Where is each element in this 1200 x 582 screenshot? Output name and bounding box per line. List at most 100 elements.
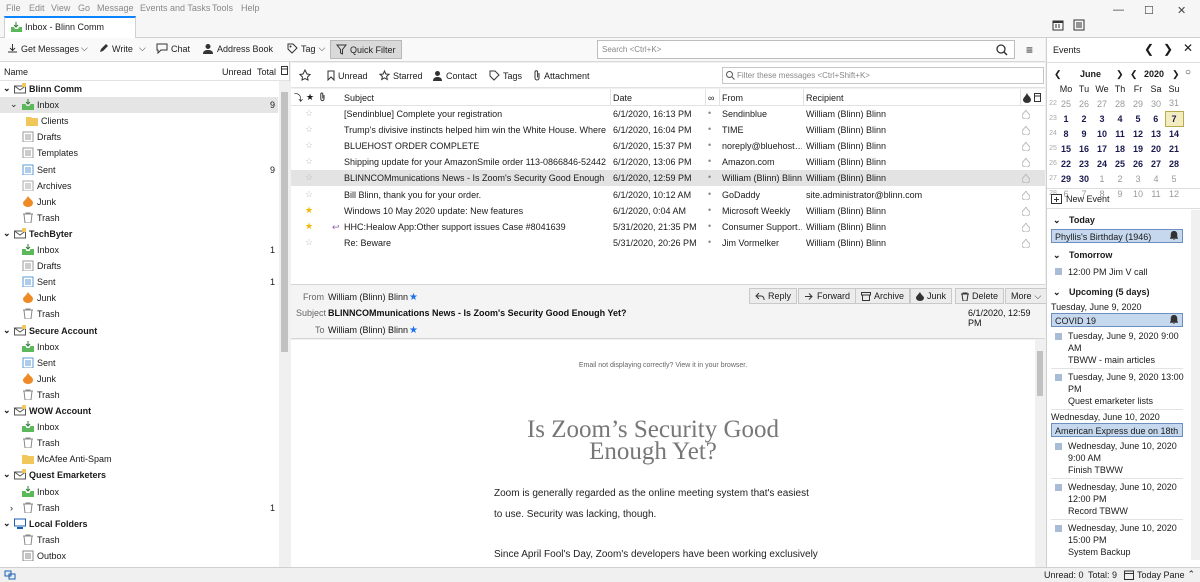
calendar-day[interactable]: 8 — [1057, 126, 1075, 141]
folder-secure-account[interactable]: ⌄ Secure Account — [0, 323, 278, 339]
calendar-day[interactable]: 16 — [1075, 141, 1093, 156]
junk-status-icon[interactable] — [1022, 110, 1030, 119]
calendar-day[interactable]: 25 — [1057, 96, 1075, 111]
star-filled-icon[interactable]: ★ — [305, 221, 313, 232]
twisty-icon[interactable]: ⌄ — [3, 405, 11, 416]
menu-tools[interactable]: Tools — [212, 3, 233, 13]
star-empty-icon[interactable]: ☆ — [305, 156, 313, 167]
folder-total-header[interactable]: Total — [257, 67, 276, 77]
junk-column-icon[interactable] — [1023, 93, 1031, 103]
star-empty-icon[interactable]: ☆ — [305, 237, 313, 248]
to-contact-star-icon[interactable]: ★ — [409, 325, 418, 336]
calendar-day[interactable]: 15 — [1057, 141, 1075, 156]
online-status-icon[interactable] — [4, 570, 16, 580]
pin-icon[interactable] — [299, 69, 311, 81]
menu-go[interactable]: Go — [78, 3, 90, 13]
folder-quest-emarketers[interactable]: ⌄ Quest Emarketers — [0, 467, 278, 483]
read-status-dot[interactable]: • — [708, 221, 711, 231]
event3-time-a[interactable]: Wednesday, June 10, 2020 — [1068, 441, 1177, 451]
calendar-day[interactable]: 25 — [1111, 156, 1129, 171]
cal-month[interactable]: June — [1080, 69, 1101, 79]
minimize-button[interactable]: — — [1113, 4, 1124, 16]
junk-button[interactable]: Junk — [910, 288, 953, 304]
qf-contact-button[interactable]: Contact — [432, 70, 477, 81]
day2-allday-event[interactable]: American Express due on 18th — [1051, 423, 1183, 437]
calendar-day[interactable]: 29 — [1129, 96, 1147, 111]
tag-button[interactable]: Tag ⌵ — [287, 43, 325, 54]
menu-file[interactable]: File — [6, 3, 21, 13]
column-picker-icon[interactable] — [281, 66, 288, 75]
star-filled-icon[interactable]: ★ — [305, 205, 313, 216]
calendar-day[interactable]: 31 — [1165, 96, 1183, 111]
get-messages-button[interactable]: Get Messages — [7, 43, 79, 54]
message-row[interactable]: ☆ BLINNCOMmunications News - Is Zoom's Se… — [291, 170, 1045, 187]
maximize-button[interactable]: ☐ — [1144, 4, 1154, 17]
star-empty-icon[interactable]: ☆ — [305, 108, 313, 119]
address-book-button[interactable]: Address Book — [202, 43, 273, 54]
calendar-day[interactable]: 1 — [1093, 171, 1111, 186]
calendar-tab-icon[interactable] — [1052, 19, 1064, 31]
folder-trash[interactable]: Trash — [0, 210, 278, 226]
tab-inbox[interactable]: Inbox - Blinn Comm — [4, 16, 136, 39]
folder-wow-account[interactable]: ⌄ WOW Account — [0, 403, 278, 419]
archive-button[interactable]: Archive — [855, 288, 911, 304]
event5-time-a[interactable]: Wednesday, June 10, 2020 — [1068, 523, 1177, 533]
folder-junk[interactable]: Junk — [0, 194, 278, 210]
folder-unread-header[interactable]: Unread — [222, 67, 252, 77]
message-scrollbar-thumb[interactable] — [1037, 351, 1043, 396]
calendar-day[interactable]: 6 — [1147, 111, 1165, 126]
menu-help[interactable]: Help — [241, 3, 260, 13]
calendar-day[interactable]: 19 — [1129, 141, 1147, 156]
calendar-day[interactable]: 11 — [1111, 126, 1129, 141]
next-day-icon[interactable]: ❯ — [1163, 42, 1173, 56]
write-button[interactable]: Write — [98, 43, 133, 54]
read-status-dot[interactable]: • — [708, 205, 711, 215]
calendar-day[interactable]: 1 — [1057, 111, 1075, 126]
calendar-day[interactable]: 9 — [1075, 126, 1093, 141]
calendar-day[interactable]: 2 — [1111, 171, 1129, 186]
tasks-tab-icon[interactable] — [1073, 19, 1085, 31]
calendar-day[interactable]: 30 — [1075, 171, 1093, 186]
to-value[interactable]: William (Blinn) Blinn — [328, 325, 408, 335]
message-row[interactable]: ☆ [Sendinblue] Complete your registration… — [291, 106, 1045, 122]
star-empty-icon[interactable]: ☆ — [305, 172, 313, 183]
twisty-icon[interactable]: ⌄ — [3, 83, 11, 94]
subject-column-header[interactable]: Subject — [344, 93, 374, 103]
star-empty-icon[interactable]: ☆ — [305, 189, 313, 200]
event4-time-a[interactable]: Wednesday, June 10, 2020 — [1068, 482, 1177, 492]
twisty-icon[interactable]: ⌄ — [3, 228, 11, 239]
thread-column-picker-icon[interactable] — [1034, 93, 1041, 102]
folder-mcafee-anti-spam[interactable]: McAfee Anti-Spam — [0, 451, 278, 467]
folder-archives[interactable]: Archives — [0, 178, 278, 194]
prev-day-icon[interactable]: ❮ — [1144, 42, 1154, 56]
quick-filter-button[interactable]: Quick Filter — [330, 40, 402, 59]
contact-star-icon[interactable]: ★ — [409, 292, 418, 303]
twisty-icon[interactable]: ⌄ — [3, 325, 11, 336]
calendar-day[interactable]: 3 — [1129, 171, 1147, 186]
menu-message[interactable]: Message — [97, 3, 134, 13]
junk-status-icon[interactable] — [1022, 222, 1030, 232]
today-pane-toggle[interactable]: Today Pane ⌃ — [1124, 569, 1195, 580]
calendar-day[interactable]: 30 — [1147, 96, 1165, 111]
calendar-day[interactable]: 29 — [1057, 171, 1075, 186]
folder-drafts[interactable]: Drafts — [0, 258, 278, 274]
junk-status-icon[interactable] — [1022, 206, 1030, 216]
calendar-day[interactable]: 3 — [1093, 111, 1111, 126]
cal-next-year-icon[interactable]: ❯ — [1172, 69, 1180, 80]
twisty-icon[interactable]: ⌄ — [10, 99, 18, 110]
day1-allday-event[interactable]: COVID 19 — [1051, 313, 1183, 327]
star-empty-icon[interactable]: ☆ — [305, 124, 313, 135]
recipient-column-header[interactable]: Recipient — [806, 93, 844, 103]
folder-techbyter[interactable]: ⌄ TechByter — [0, 226, 278, 242]
new-event-button[interactable]: New Event — [1051, 193, 1110, 204]
cal-next-month-icon[interactable]: ❯ — [1116, 69, 1124, 80]
junk-status-icon[interactable] — [1022, 142, 1030, 152]
app-menu-icon[interactable]: ≡ — [1026, 43, 1033, 57]
folder-sent[interactable]: Sent 1 — [0, 274, 278, 290]
twisty-icon[interactable]: › — [10, 503, 13, 513]
folder-sent[interactable]: Sent — [0, 355, 278, 371]
from-value[interactable]: William (Blinn) Blinn — [328, 292, 408, 302]
delete-button[interactable]: Delete — [955, 288, 1005, 304]
today-event[interactable]: Phyllis's Birthday (1946) — [1051, 229, 1183, 243]
write-dropdown-icon[interactable]: ⌵ — [139, 43, 146, 54]
